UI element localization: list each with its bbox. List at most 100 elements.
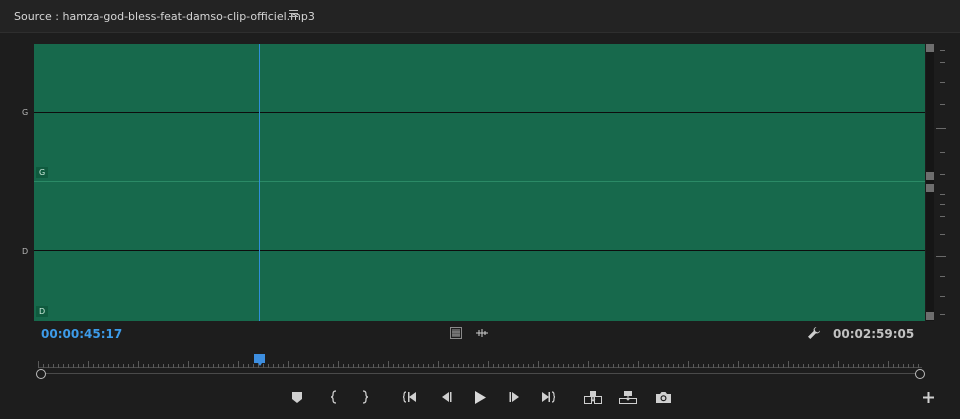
ruler-tick [918, 364, 919, 368]
amplitude-tick [940, 194, 945, 195]
ruler-tick [458, 364, 459, 368]
ruler-tick [38, 361, 39, 368]
hamburger-menu-icon[interactable] [289, 9, 298, 18]
ruler-tick [193, 364, 194, 368]
playhead-line[interactable] [259, 44, 260, 321]
ruler-tick [443, 364, 444, 368]
ruler-tick [523, 364, 524, 368]
ruler-tick [673, 364, 674, 368]
ruler-tick [563, 364, 564, 368]
ruler-tick [268, 364, 269, 368]
ruler-tick [438, 361, 439, 368]
scrollbar-handle-mid-bottom[interactable] [926, 184, 934, 192]
ruler-tick [428, 364, 429, 368]
zoom-scrollbar-vertical[interactable] [926, 44, 934, 321]
ruler-tick [608, 364, 609, 368]
ruler-tick [408, 364, 409, 368]
ruler-tick [303, 364, 304, 368]
ruler-tick [738, 361, 739, 368]
zoom-bar-track[interactable] [41, 373, 920, 374]
ruler-tick [143, 364, 144, 368]
ruler-tick [133, 364, 134, 368]
amplitude-tick [940, 296, 945, 297]
ruler-tick [813, 364, 814, 368]
ruler-tick [663, 364, 664, 368]
ruler-tick [113, 364, 114, 368]
insert-icon[interactable] [583, 388, 603, 406]
playhead-marker[interactable] [254, 354, 265, 366]
amplitude-tick [940, 216, 945, 217]
ruler-tick [373, 364, 374, 368]
audio-waveform-display[interactable]: G D [34, 44, 925, 321]
ruler-tick [218, 364, 219, 368]
current-timecode[interactable]: 00:00:45:17 [41, 327, 122, 341]
mark-in-icon[interactable] [327, 388, 341, 406]
panel-title[interactable]: Source : hamza-god-bless-feat-damso-clip… [14, 10, 315, 23]
play-icon[interactable] [472, 388, 488, 406]
ruler-tick [678, 364, 679, 368]
camera-icon[interactable] [654, 388, 672, 406]
ruler-tick [538, 361, 539, 368]
amplitude-tick [940, 234, 945, 235]
ruler-tick [908, 364, 909, 368]
ruler-tick [543, 364, 544, 368]
ruler-tick [208, 364, 209, 368]
ruler-tick [498, 364, 499, 368]
step-back-icon[interactable] [438, 388, 454, 406]
ruler-tick [683, 364, 684, 368]
scrollbar-handle-bottom[interactable] [926, 312, 934, 320]
ruler-tick [873, 364, 874, 368]
add-button-icon[interactable] [920, 388, 936, 406]
ruler-tick [778, 364, 779, 368]
scrollbar-handle-mid-top[interactable] [926, 172, 934, 180]
go-to-in-icon[interactable] [402, 388, 418, 406]
ruler-tick [528, 364, 529, 368]
step-forward-icon[interactable] [507, 388, 523, 406]
ruler-tick [153, 364, 154, 368]
amplitude-tick [940, 314, 945, 315]
ruler-tick [613, 364, 614, 368]
ruler-tick [898, 364, 899, 368]
ruler-tick [243, 364, 244, 368]
scrollbar-handle-top[interactable] [926, 44, 934, 52]
ruler-tick [733, 364, 734, 368]
wrench-settings-icon[interactable] [806, 325, 822, 341]
ruler-tick [213, 364, 214, 368]
add-marker-icon[interactable] [290, 388, 304, 406]
ruler-tick [493, 364, 494, 368]
zoom-bar-start-handle[interactable] [36, 369, 46, 379]
export-frame-icon[interactable] [449, 326, 463, 340]
ruler-tick [618, 364, 619, 368]
ruler-tick [348, 364, 349, 368]
overwrite-icon[interactable] [618, 388, 638, 406]
ruler-tick [508, 364, 509, 368]
ruler-tick [108, 364, 109, 368]
ruler-tick [633, 364, 634, 368]
ruler-tick [593, 364, 594, 368]
ruler-tick [728, 364, 729, 368]
ruler-tick [248, 364, 249, 368]
ruler-tick [148, 364, 149, 368]
ruler-tick [488, 361, 489, 368]
ruler-tick [768, 364, 769, 368]
ruler-tick [278, 364, 279, 368]
duration-timecode: 00:02:59:05 [833, 327, 915, 341]
ruler-tick [98, 364, 99, 368]
ruler-tick [453, 364, 454, 368]
ruler-tick [823, 364, 824, 368]
ruler-tick [188, 361, 189, 368]
zoom-bar-end-handle[interactable] [915, 369, 925, 379]
ruler-tick [228, 364, 229, 368]
ruler-tick [233, 364, 234, 368]
waveform-toggle-icon[interactable] [474, 327, 490, 339]
channel-side-label-right: D [22, 247, 29, 256]
ruler-tick [748, 364, 749, 368]
ruler-tick [273, 364, 274, 368]
mark-out-icon[interactable] [358, 388, 372, 406]
ruler-tick [418, 364, 419, 368]
time-ruler[interactable] [38, 356, 922, 368]
ruler-tick [128, 364, 129, 368]
go-to-out-icon[interactable] [540, 388, 556, 406]
ruler-tick [378, 364, 379, 368]
ruler-tick [423, 364, 424, 368]
